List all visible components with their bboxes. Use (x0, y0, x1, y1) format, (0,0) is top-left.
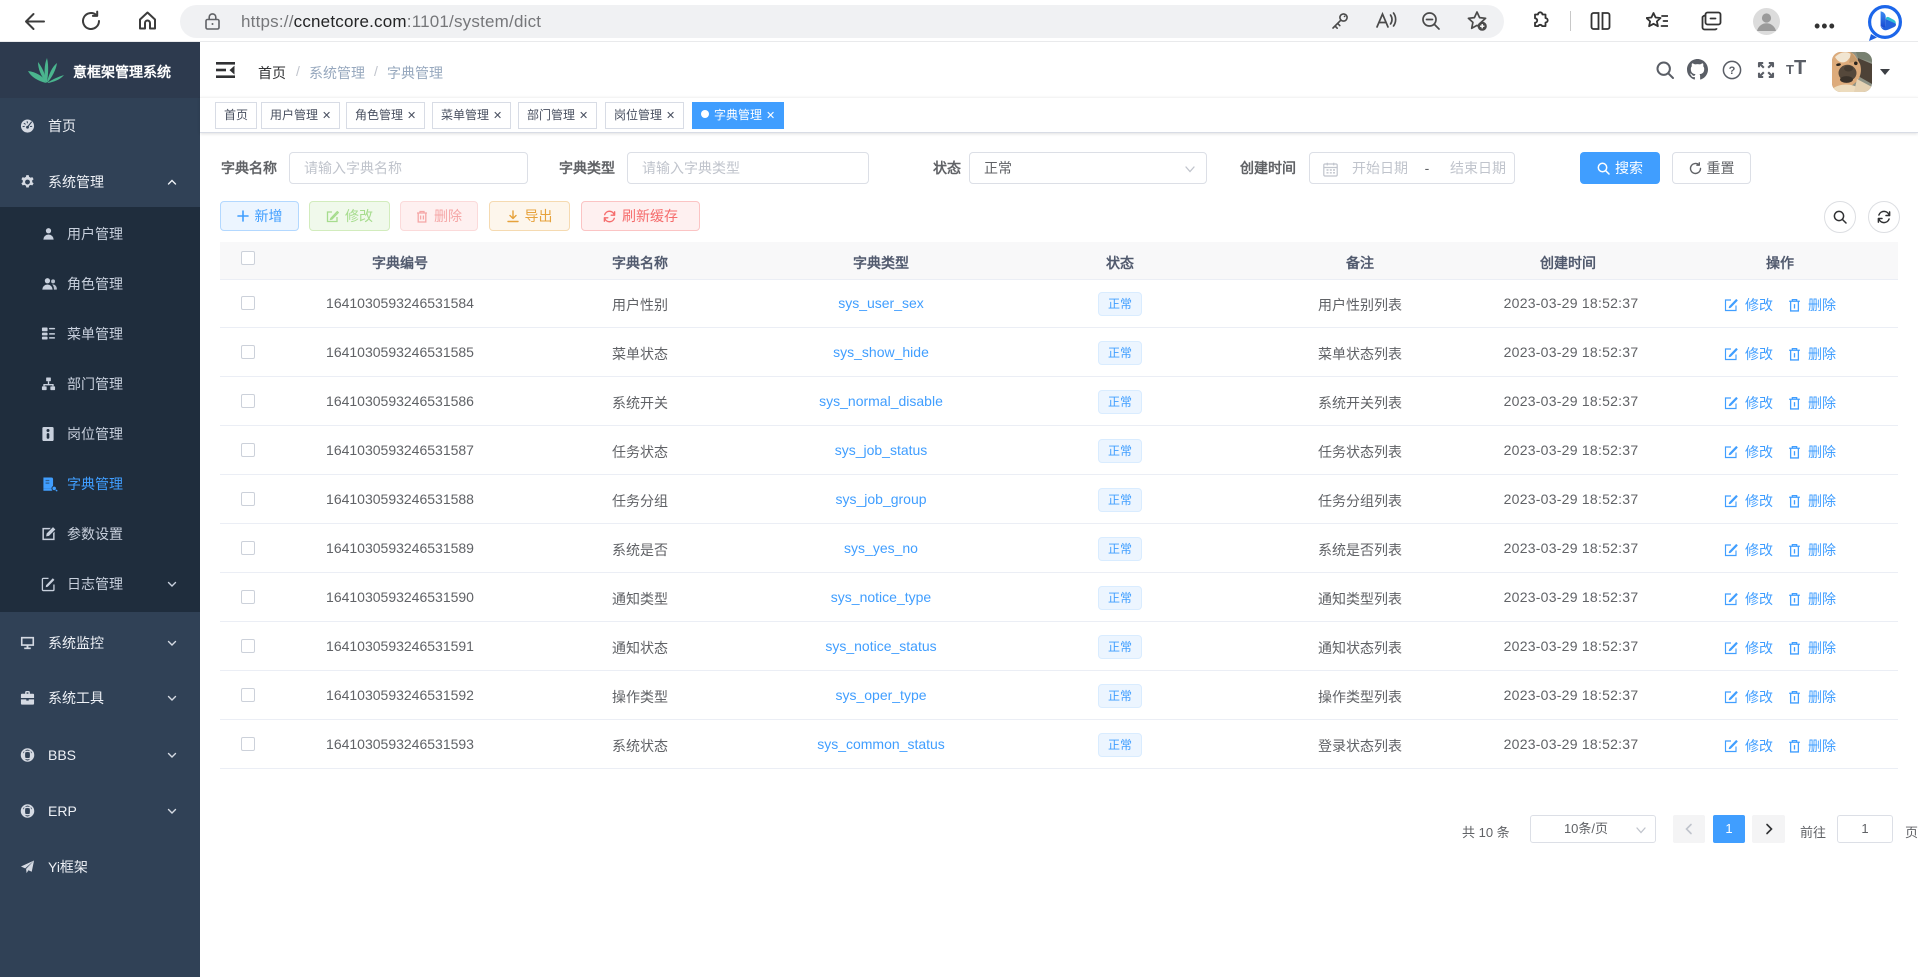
svg-text:?: ? (1729, 65, 1736, 77)
